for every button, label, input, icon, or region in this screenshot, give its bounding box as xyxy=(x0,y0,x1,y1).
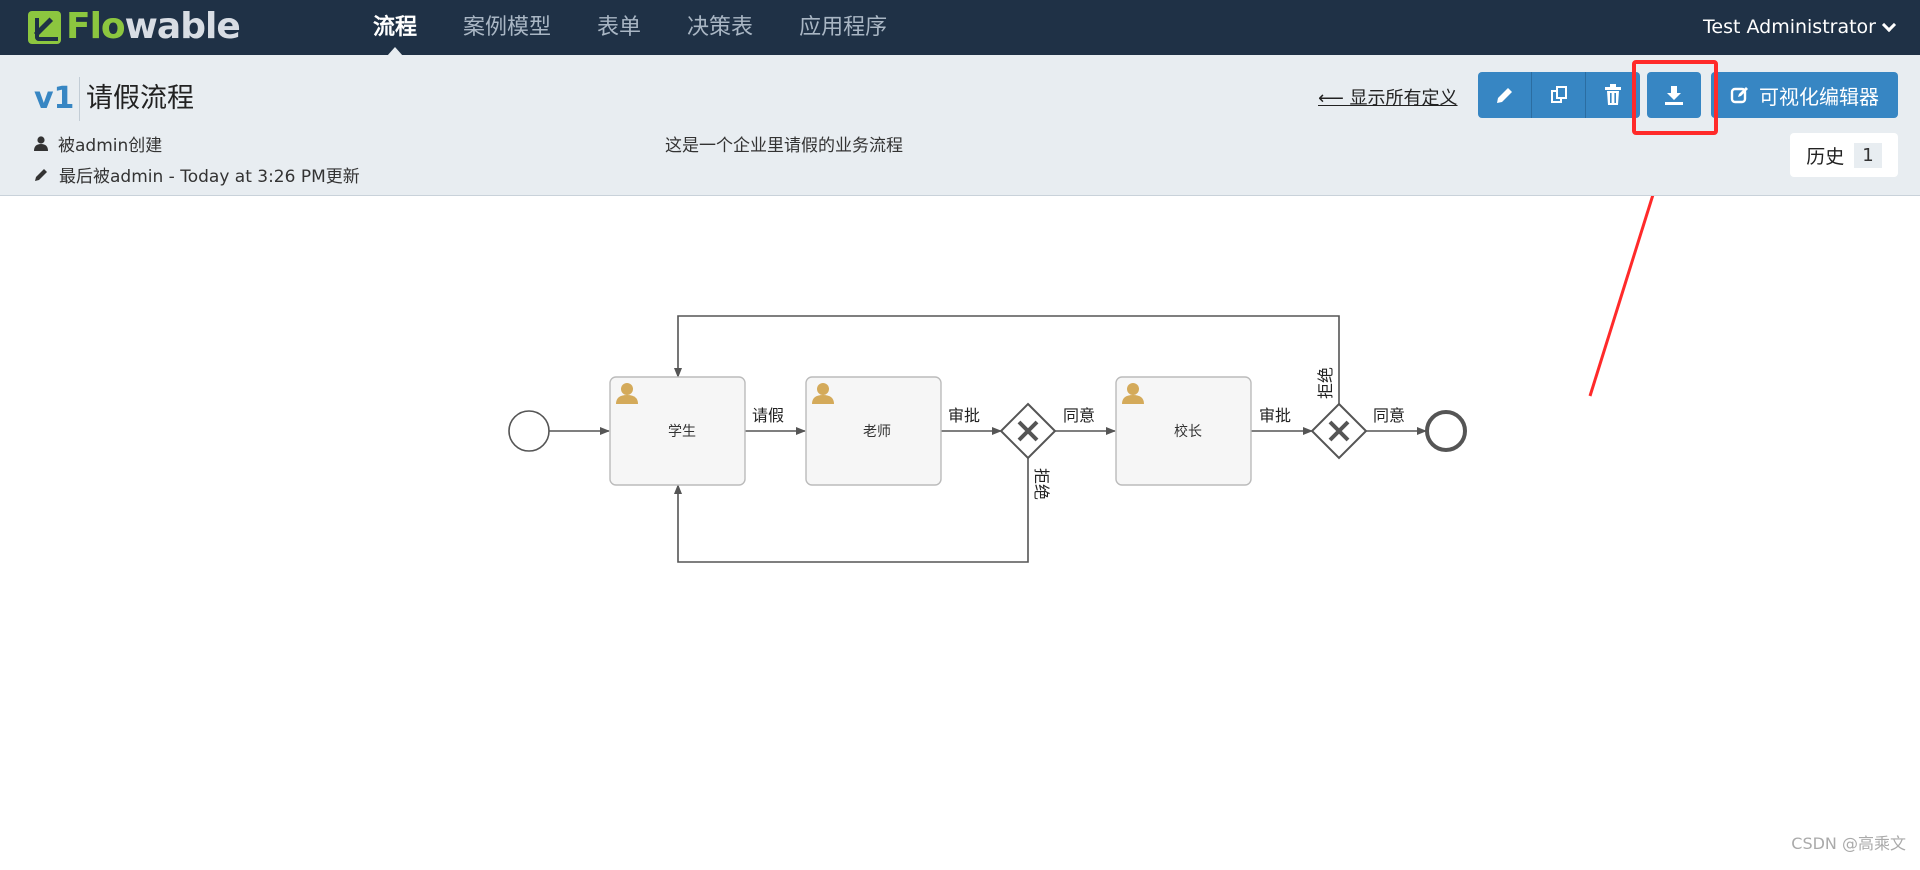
flow-label-request: 请假 xyxy=(752,406,784,425)
flow-label-approve-1: 审批 xyxy=(948,406,980,425)
visual-editor-label: 可视化编辑器 xyxy=(1759,81,1879,110)
flow-label-approve-2: 审批 xyxy=(1259,406,1291,425)
flow-label-agree-2: 同意 xyxy=(1373,406,1405,425)
task-student[interactable]: 学生 xyxy=(610,377,745,485)
visual-editor-button[interactable]: 可视化编辑器 xyxy=(1711,72,1898,118)
exclusive-gateway-1[interactable] xyxy=(1001,404,1055,458)
user-menu[interactable]: Test Administrator xyxy=(1703,0,1894,55)
model-description: 这是一个企业里请假的业务流程 xyxy=(665,131,903,156)
nav-item-processes[interactable]: 流程 xyxy=(350,0,440,55)
nav-item-forms[interactable]: 表单 xyxy=(574,0,664,55)
nav-item-decision-tables[interactable]: 决策表 xyxy=(664,0,776,55)
pencil-icon xyxy=(34,167,49,182)
flow-label-agree-1: 同意 xyxy=(1063,406,1095,425)
nav-item-case-models[interactable]: 案例模型 xyxy=(440,0,574,55)
flow-label-reject-2: 拒绝 xyxy=(1316,367,1335,399)
edit-button[interactable] xyxy=(1478,72,1532,118)
task-principal[interactable]: 校长 xyxy=(1116,377,1251,485)
title-divider xyxy=(79,77,80,121)
annotation-arrow xyxy=(1590,196,1672,396)
history-count-badge: 1 xyxy=(1854,143,1881,168)
flowable-logo[interactable]: Flowable xyxy=(28,9,240,45)
bpmn-diagram: 学生 老师 校长 请假 审批 同意 审批 同意 xyxy=(0,196,1920,866)
logo-text: Flowable xyxy=(66,9,240,45)
watermark: CSDN @高乘文 xyxy=(1791,830,1906,854)
exclusive-gateway-2[interactable] xyxy=(1312,404,1366,458)
copy-icon xyxy=(1549,85,1569,105)
created-by: 被admin创建 xyxy=(34,131,162,156)
logo-icon xyxy=(28,11,61,44)
history-button[interactable]: 历史 1 xyxy=(1790,133,1898,177)
task-label-teacher: 老师 xyxy=(863,424,891,440)
model-version: v1 xyxy=(34,79,74,119)
start-event xyxy=(509,411,549,451)
last-updated-text: 最后被admin - Today at 3:26 PM更新 xyxy=(59,162,360,187)
model-title: 请假流程 xyxy=(86,79,194,119)
history-label: 历史 xyxy=(1806,142,1844,169)
trash-icon xyxy=(1603,84,1623,106)
annotation-highlight-box xyxy=(1632,60,1718,135)
chevron-down-icon xyxy=(1882,17,1896,31)
flow-label-reject-1: 拒绝 xyxy=(1032,468,1051,500)
main-nav: 流程 案例模型 表单 决策表 应用程序 xyxy=(350,0,910,55)
edit-square-icon xyxy=(1730,85,1750,105)
task-label-student: 学生 xyxy=(668,424,696,440)
pencil-icon xyxy=(1495,85,1515,105)
user-name: Test Administrator xyxy=(1703,0,1876,55)
copy-button[interactable] xyxy=(1532,72,1586,118)
created-by-text: 被admin创建 xyxy=(58,131,162,156)
user-icon xyxy=(34,136,48,151)
task-teacher[interactable]: 老师 xyxy=(806,377,941,485)
model-action-buttons xyxy=(1478,72,1640,118)
show-all-definitions-link[interactable]: ⟵ 显示所有定义 xyxy=(1318,82,1458,116)
end-event xyxy=(1427,412,1465,450)
top-navbar: Flowable 流程 案例模型 表单 决策表 应用程序 Test Admini… xyxy=(0,0,1920,55)
task-label-principal: 校长 xyxy=(1174,423,1202,440)
bpmn-canvas[interactable]: 学生 老师 校长 请假 审批 同意 审批 同意 xyxy=(0,196,1920,866)
nav-item-apps[interactable]: 应用程序 xyxy=(776,0,910,55)
last-updated: 最后被admin - Today at 3:26 PM更新 xyxy=(34,162,360,187)
